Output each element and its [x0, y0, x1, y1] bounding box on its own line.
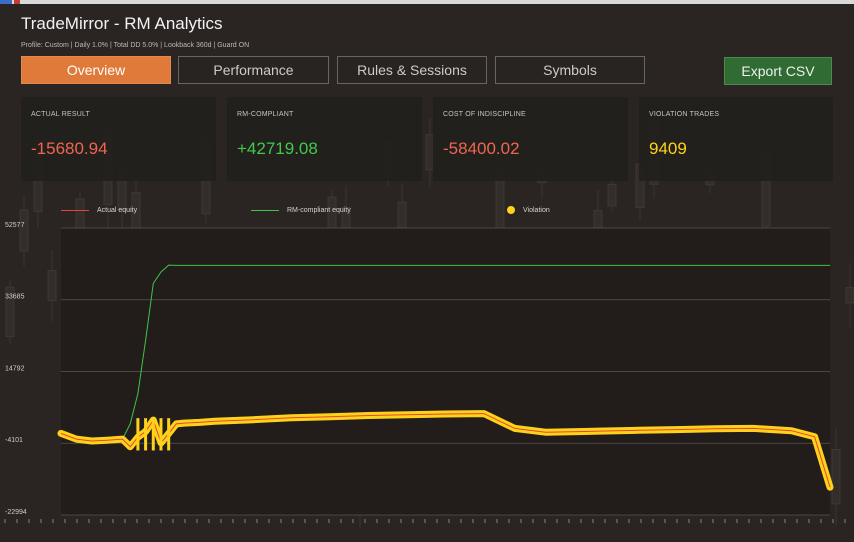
legend-label: Violation: [523, 206, 550, 214]
tab-performance[interactable]: Performance: [178, 56, 329, 84]
card-label: ACTUAL RESULT: [31, 111, 90, 118]
legend-swatch: [251, 209, 279, 211]
tab-symbols[interactable]: Symbols: [495, 56, 645, 84]
y-tick-label: -4101: [5, 437, 23, 444]
y-tick-label: 33685: [5, 294, 25, 301]
y-tick-label: -22994: [5, 509, 27, 516]
legend-actual-equity: Actual equity: [61, 204, 137, 216]
card-label: RM-COMPLIANT: [237, 111, 294, 118]
y-tick-label: 52577: [5, 222, 25, 229]
legend-label: RM-compliant equity: [287, 206, 351, 214]
legend-label: Actual equity: [97, 206, 138, 214]
tab-rules-sessions[interactable]: Rules & Sessions: [337, 56, 487, 84]
card-label: VIOLATION TRADES: [649, 111, 720, 118]
card-cost-of-indiscipline: COST OF INDISCIPLINE -58400.02: [433, 97, 628, 181]
pdf-icon: [14, 0, 20, 4]
window-title-strip: [0, 0, 854, 4]
card-value: -58400.02: [443, 139, 520, 158]
y-tick-label: 14792: [5, 365, 25, 372]
card-actual-result: ACTUAL RESULT -15680.94: [21, 97, 216, 181]
legend-rm-compliant-equity: RM-compliant equity: [251, 204, 351, 216]
tab-overview[interactable]: Overview: [21, 56, 171, 84]
export-csv-button[interactable]: Export CSV: [724, 57, 832, 85]
app-icon: [0, 0, 12, 4]
card-label: COST OF INDISCIPLINE: [443, 111, 526, 118]
card-value: 9409: [649, 139, 687, 158]
analytics-panel: TradeMirror - RM Analytics Profile: Cust…: [0, 0, 854, 542]
card-violation-trades: VIOLATION TRADES 9409: [639, 97, 833, 181]
profile-summary: Profile: Custom | Daily 1.0% | Total DD …: [21, 42, 250, 49]
card-value: -15680.94: [31, 139, 108, 158]
page-title: TradeMirror - RM Analytics: [21, 14, 223, 33]
legend-swatch: [61, 209, 89, 211]
card-rm-compliant: RM-COMPLIANT +42719.08: [227, 97, 422, 181]
card-value: +42719.08: [237, 139, 318, 158]
equity-chart: 52577 33685 14792 -4101 -22994: [4, 222, 846, 523]
legend-violation: Violation: [507, 204, 550, 216]
legend-swatch: [507, 206, 515, 214]
